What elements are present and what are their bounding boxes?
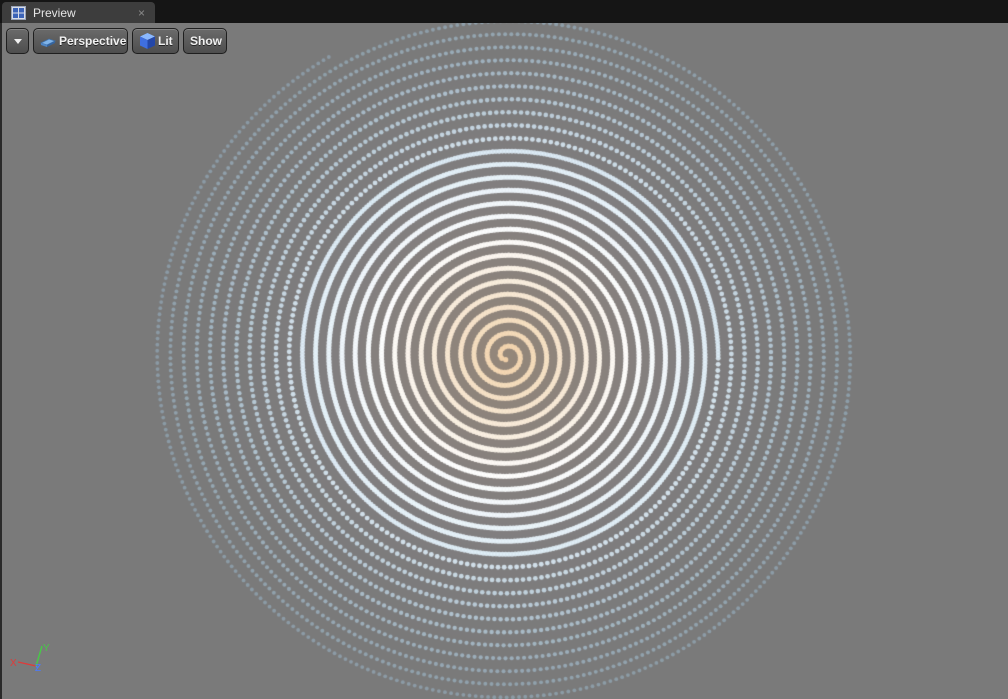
perspective-camera-icon xyxy=(39,33,57,57)
viewport-options-button[interactable] xyxy=(6,28,29,54)
x-axis-line xyxy=(17,661,37,667)
x-axis-label: X xyxy=(10,658,17,669)
preview-viewport[interactable] xyxy=(2,23,1008,699)
chevron-down-icon xyxy=(14,39,22,44)
lit-button[interactable]: Lit xyxy=(132,28,179,54)
lit-cube-icon xyxy=(139,32,156,58)
lit-label: Lit xyxy=(158,34,173,48)
show-label: Show xyxy=(190,34,222,48)
perspective-label: Perspective xyxy=(59,34,127,48)
tab-bar: Preview × xyxy=(0,0,1008,23)
tab-title: Preview xyxy=(33,6,76,20)
z-axis-label: Z xyxy=(35,663,41,674)
close-icon[interactable]: × xyxy=(138,5,145,21)
tab-preview[interactable]: Preview × xyxy=(2,2,155,23)
show-button[interactable]: Show xyxy=(183,28,227,54)
viewport-grid-icon xyxy=(11,6,26,20)
perspective-button[interactable]: Perspective xyxy=(33,28,128,54)
y-axis-label: Y xyxy=(43,643,50,654)
particle-spiral xyxy=(2,23,1008,699)
axis-gizmo: X Y Z xyxy=(8,640,52,676)
